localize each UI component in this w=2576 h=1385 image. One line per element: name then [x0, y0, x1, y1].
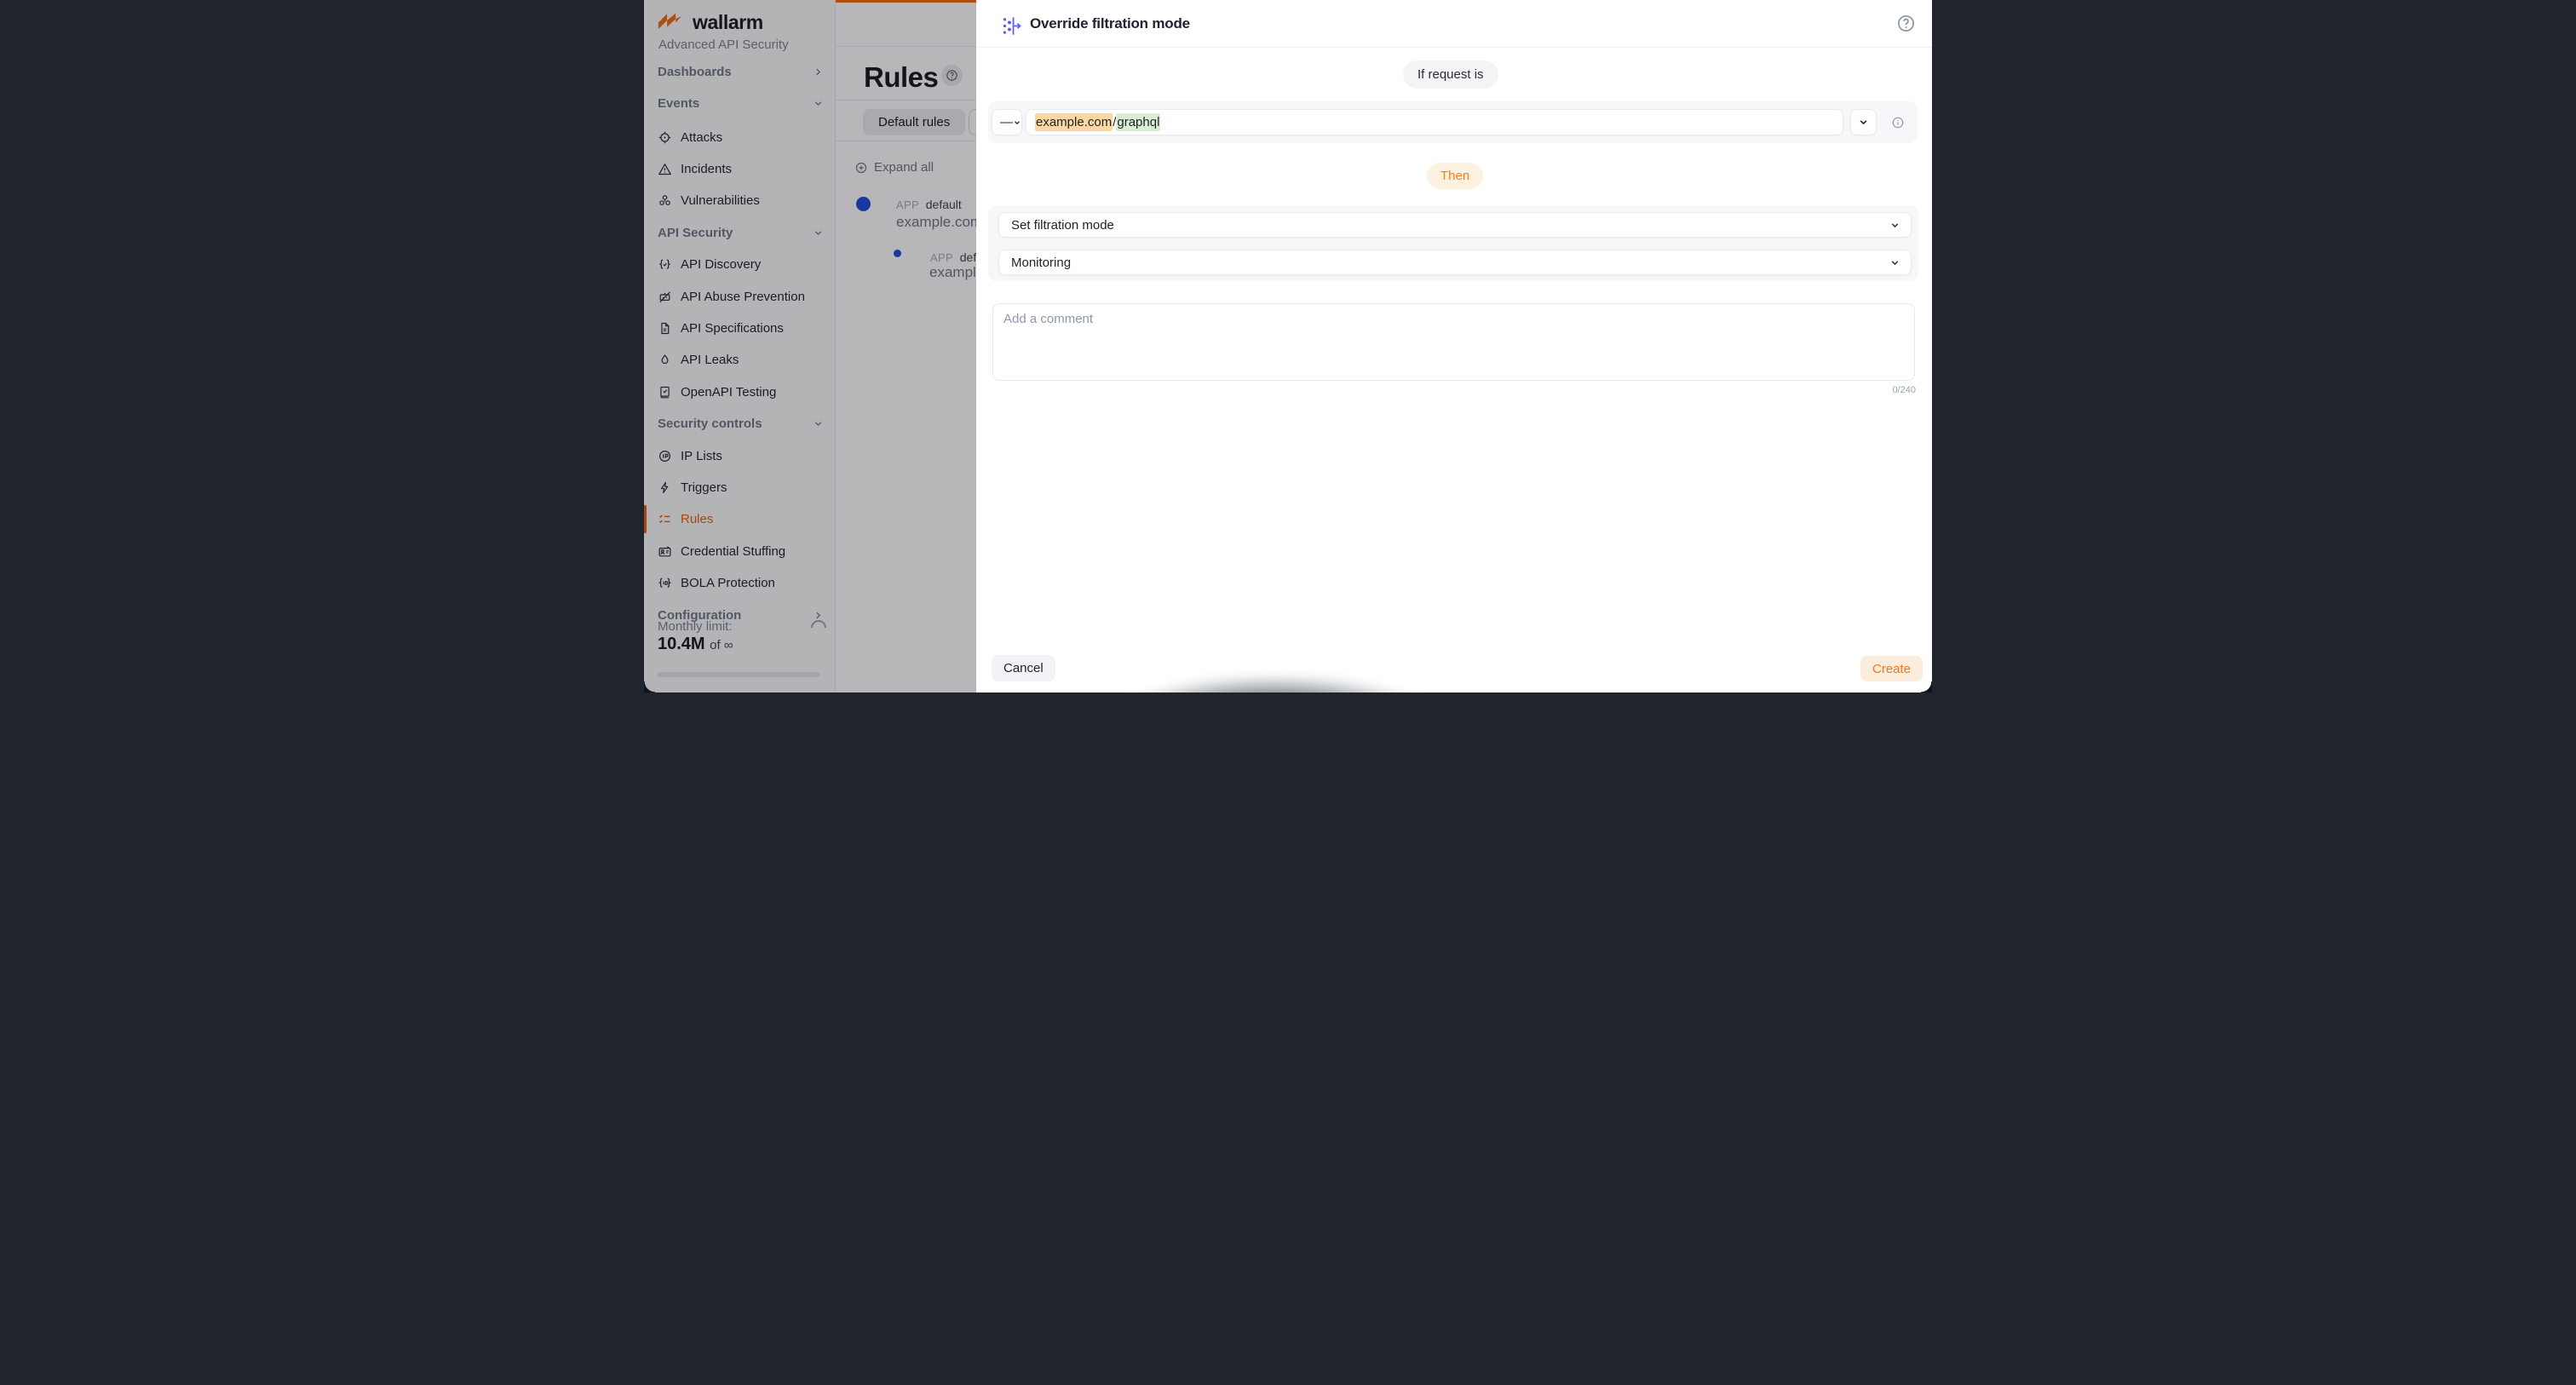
comment-textarea[interactable] — [992, 303, 1915, 381]
modal-header-divider — [976, 47, 1932, 48]
operator-select[interactable]: — — [992, 109, 1022, 135]
filtration-mode-select[interactable]: Monitoring — [998, 250, 1912, 275]
char-counter: 0/240 — [1892, 385, 1916, 395]
then-chip: Then — [1427, 163, 1483, 189]
action-panel: Set filtration mode Monitoring — [988, 205, 1918, 281]
chevron-down-icon — [1889, 220, 1900, 231]
flow-branch-icon — [1001, 14, 1024, 37]
chevron-down-icon — [1013, 118, 1021, 127]
cancel-button[interactable]: Cancel — [992, 655, 1055, 681]
modal-title: Override filtration mode — [1030, 15, 1190, 32]
create-button[interactable]: Create — [1860, 656, 1923, 681]
question-circle-icon[interactable] — [1896, 14, 1916, 33]
override-filtration-modal: Override filtration mode If request is —… — [976, 0, 1932, 692]
uri-host-token: example.com — [1035, 113, 1113, 131]
action-type-select[interactable]: Set filtration mode — [998, 212, 1912, 238]
app-window: wallarm Advanced API Security Dashboards… — [644, 0, 1932, 692]
chevron-down-icon — [1858, 117, 1869, 128]
if-request-chip: If request is — [1403, 60, 1498, 89]
condition-expand-button[interactable] — [1850, 109, 1877, 135]
info-icon[interactable] — [1891, 116, 1905, 129]
uri-path-token: graphql — [1116, 113, 1160, 131]
chevron-down-icon — [1889, 257, 1900, 268]
condition-row: — example.com/graphql — [988, 101, 1918, 143]
uri-value-input[interactable]: example.com/graphql — [1026, 109, 1843, 135]
